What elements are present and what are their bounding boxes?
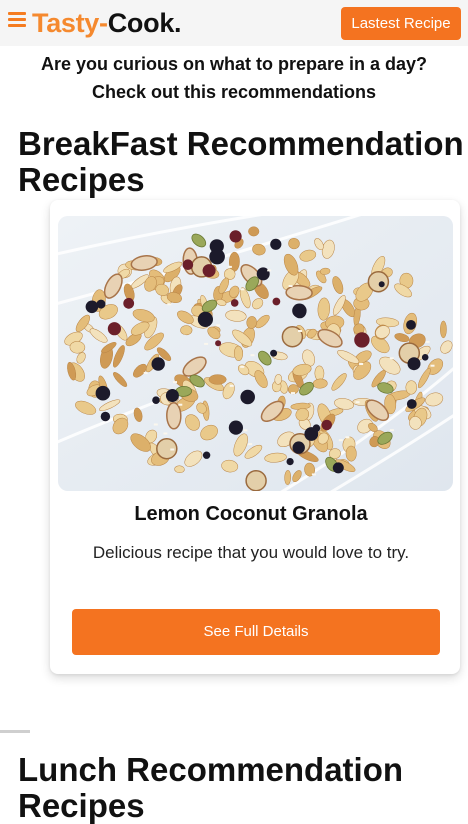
top-navbar: Tasty-Cook. Lastest Recipe (0, 0, 468, 46)
intro-heading: Are you curious on what to prepare in a … (0, 50, 468, 106)
breakfast-title-line-1: BreakFast Recommendation (18, 125, 464, 162)
breakfast-title-line-2: Recipes (18, 161, 145, 198)
lunch-title-line-2: Recipes (18, 787, 145, 824)
recipe-title: Lemon Coconut Granola (134, 503, 368, 525)
section-divider (0, 730, 30, 733)
brand-logo[interactable]: Tasty-Cook. (32, 6, 182, 40)
lunch-section-title: Lunch Recommendation Recipes (18, 752, 468, 824)
brand-name-cook: Cook. (107, 8, 182, 38)
see-full-details-button[interactable]: See Full Details (72, 609, 440, 655)
intro-line-1: Are you curious on what to prepare in a … (40, 54, 428, 74)
lunch-title-line-1: Lunch Recommendation (18, 751, 404, 788)
intro-line-2: Check out this recommendations (91, 82, 377, 102)
recipe-card: Lemon Coconut Granola Delicious recipe t… (50, 200, 460, 674)
hamburger-menu-icon[interactable] (8, 12, 26, 28)
brand-name-tasty: Tasty- (32, 8, 108, 38)
granola-photo (58, 216, 453, 491)
breakfast-section-title: BreakFast Recommendation Recipes (18, 126, 468, 198)
recipe-description: Delicious recipe that you would love to … (92, 543, 410, 562)
latest-recipe-button[interactable]: Lastest Recipe (341, 7, 461, 40)
